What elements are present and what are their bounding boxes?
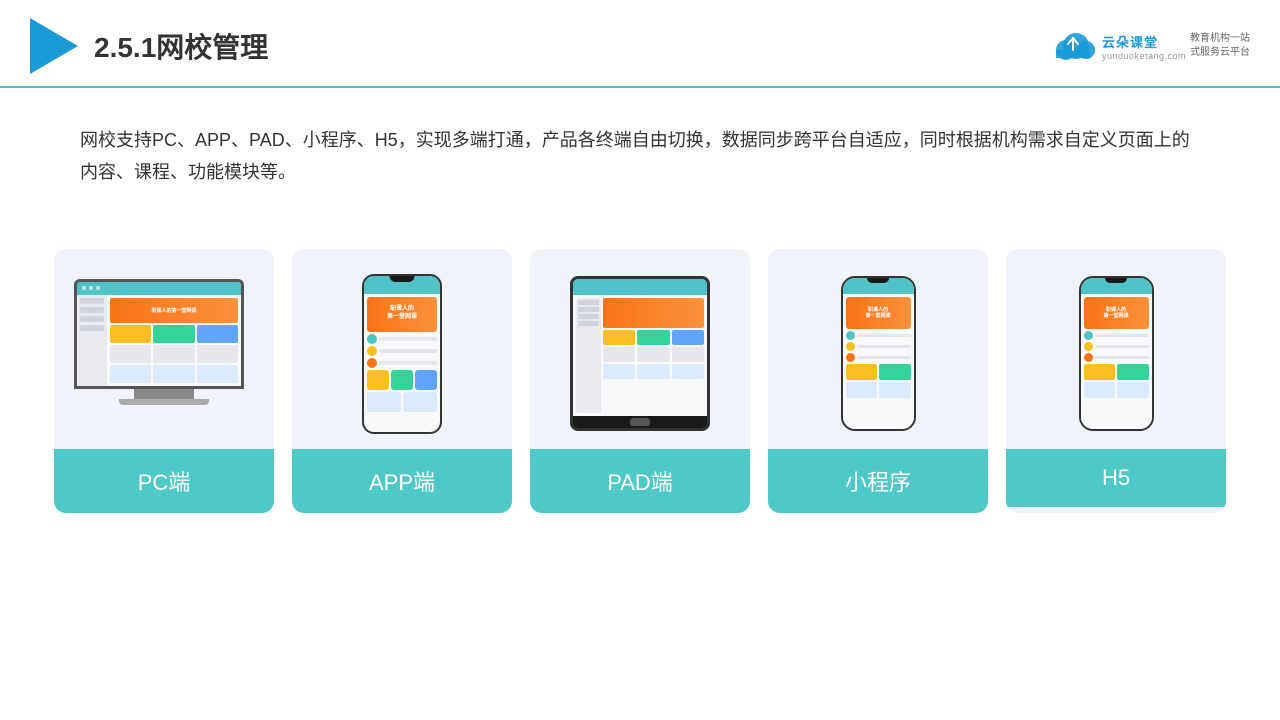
h5-phone-body: 职课人的第一堂网课	[1079, 276, 1154, 431]
device-label-h5: H5	[1006, 449, 1226, 507]
device-label-miniprogram: 小程序	[768, 449, 988, 513]
device-image-miniprogram: 职课人的第一堂网课	[768, 249, 988, 449]
miniprogram-phone-body: 职课人的第一堂网课	[841, 276, 916, 431]
device-card-h5: 职课人的第一堂网课	[1006, 249, 1226, 513]
app-phone-body: 职课人的第一堂网课	[362, 274, 442, 434]
brand-url: yunduoketang.com	[1102, 51, 1186, 61]
description-text: 网校支持PC、APP、PAD、小程序、H5，实现多端打通，产品各终端自由切换，数…	[0, 88, 1280, 209]
pc-base	[119, 399, 209, 405]
brand-icon-wrap: 云朵课堂 yunduoketang.com 教育机构一站 式服务云平台	[1048, 30, 1250, 62]
h5-phone-mockup: 职课人的第一堂网课	[1079, 276, 1154, 431]
miniprogram-phone-screen: 职课人的第一堂网课	[843, 278, 914, 429]
device-card-miniprogram: 职课人的第一堂网课	[768, 249, 988, 513]
brand-name: 云朵课堂	[1102, 32, 1186, 51]
brand-text-block: 云朵课堂 yunduoketang.com	[1102, 32, 1186, 61]
header: 2.5.1网校管理 云朵课堂 yunduoketang.com 教育机构一站 式…	[0, 0, 1280, 88]
pad-tablet-screen	[573, 279, 707, 416]
tablet-home-button	[630, 418, 650, 426]
logo-triangle-icon	[30, 18, 78, 74]
device-label-pc: PC端	[54, 449, 274, 513]
cloud-icon	[1048, 30, 1098, 62]
h5-phone-screen: 职课人的第一堂网课	[1081, 278, 1152, 429]
pc-mockup: 职课人的第一堂网课	[74, 279, 254, 429]
pc-screen: 职课人的第一堂网课	[77, 282, 241, 386]
device-card-pad: PAD端	[530, 249, 750, 513]
header-left: 2.5.1网校管理	[30, 18, 268, 74]
description-paragraph: 网校支持PC、APP、PAD、小程序、H5，实现多端打通，产品各终端自由切换，数…	[80, 124, 1200, 189]
page-title: 2.5.1网校管理	[94, 26, 268, 66]
app-phone-notch	[390, 276, 415, 282]
pad-tablet-body	[570, 276, 710, 431]
pad-tablet-mockup	[570, 276, 710, 431]
device-image-app: 职课人的第一堂网课	[292, 249, 512, 449]
device-card-pc: 职课人的第一堂网课	[54, 249, 274, 513]
app-phone-screen: 职课人的第一堂网课	[364, 276, 440, 432]
device-card-app: 职课人的第一堂网课	[292, 249, 512, 513]
pc-monitor: 职课人的第一堂网课	[74, 279, 244, 389]
h5-phone-notch	[1105, 278, 1127, 283]
miniprogram-phone-mockup: 职课人的第一堂网课	[841, 276, 916, 431]
device-cards-container: 职课人的第一堂网课	[0, 219, 1280, 543]
pc-stand	[134, 389, 194, 399]
miniprogram-phone-notch	[867, 278, 889, 283]
header-right: 云朵课堂 yunduoketang.com 教育机构一站 式服务云平台	[1048, 30, 1250, 62]
device-label-pad: PAD端	[530, 449, 750, 513]
device-image-pc: 职课人的第一堂网课	[54, 249, 274, 449]
app-phone-mockup: 职课人的第一堂网课	[362, 274, 442, 434]
device-label-app: APP端	[292, 449, 512, 513]
device-image-pad	[530, 249, 750, 449]
brand-tagline: 教育机构一站 式服务云平台	[1190, 32, 1250, 60]
device-image-h5: 职课人的第一堂网课	[1006, 249, 1226, 449]
brand-logo: 云朵课堂 yunduoketang.com 教育机构一站 式服务云平台	[1048, 30, 1250, 62]
